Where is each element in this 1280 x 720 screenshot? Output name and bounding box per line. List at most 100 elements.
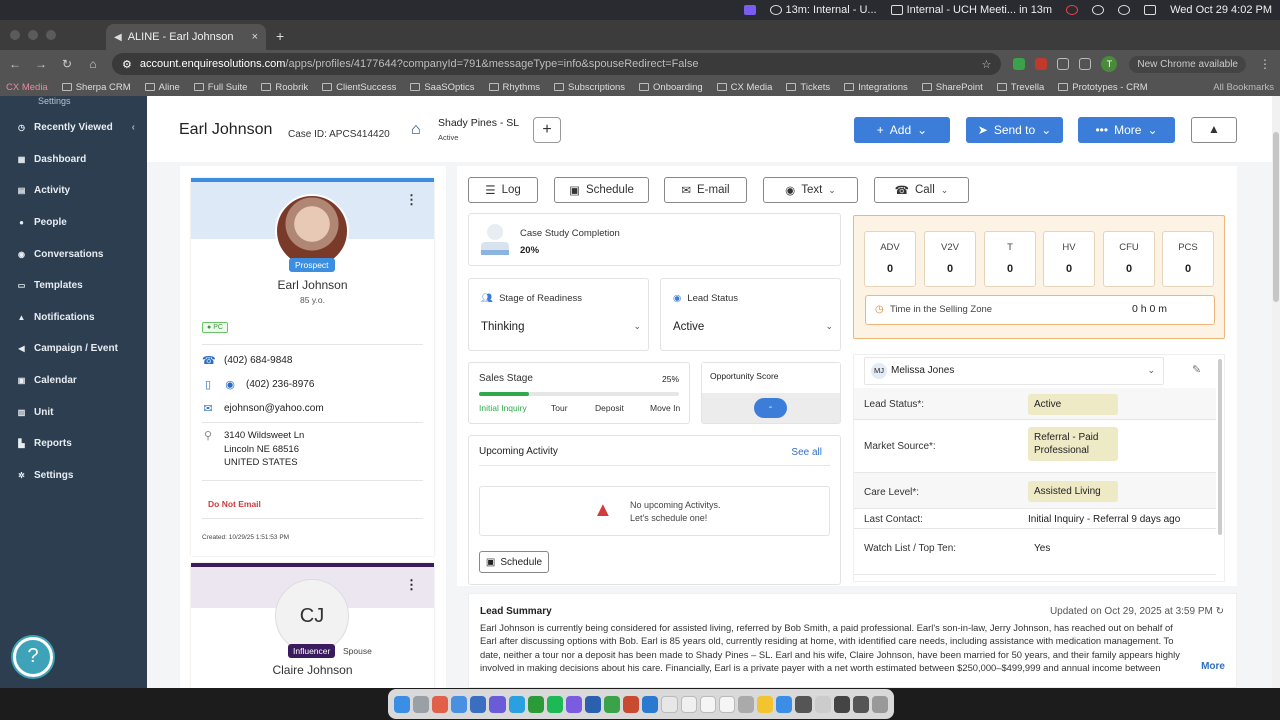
menubar-datetime[interactable]: Wed Oct 29 4:02 PM	[1170, 4, 1272, 16]
sidebar-item-activity[interactable]: ▤ Activity	[0, 175, 147, 207]
profile-avatar[interactable]: T	[1101, 56, 1118, 72]
app-icon[interactable]	[795, 695, 812, 713]
bookmark-item[interactable]: Prototypes - CRM	[1058, 82, 1148, 93]
sidebar-item-conversations[interactable]: ◉ Conversations	[0, 238, 147, 270]
notes-icon[interactable]	[757, 695, 774, 713]
notifications-bell-button[interactable]: ▲	[1191, 117, 1237, 143]
puzzle-icon[interactable]	[1057, 58, 1070, 70]
address-bar[interactable]: ⚙ account.enquiresolutions.com/apps/prof…	[112, 53, 1002, 75]
app-icon[interactable]	[814, 695, 831, 713]
site-info-icon[interactable]: ⚙	[122, 58, 132, 71]
readiness-select[interactable]: Thinking ⌄	[481, 321, 641, 333]
phone-row[interactable]: ☎ (402) 684-9848	[202, 354, 292, 367]
app-icon[interactable]	[833, 695, 850, 713]
record-icon[interactable]	[1066, 5, 1079, 15]
launchpad-icon[interactable]	[413, 695, 430, 713]
bookmark-item[interactable]: Tickets	[786, 82, 830, 93]
extension-icon[interactable]	[1013, 58, 1026, 70]
help-question-icon[interactable]: ?	[13, 637, 53, 677]
app-icon[interactable]	[432, 695, 449, 713]
app-icon[interactable]	[776, 695, 793, 713]
maximize-window-icon[interactable]	[46, 30, 56, 40]
text-button[interactable]: ◉ Text ⌄	[763, 177, 858, 203]
schedule-activity-button[interactable]: ▣ Schedule	[479, 551, 549, 573]
app-icon[interactable]	[604, 695, 621, 713]
page-scrollbar[interactable]	[1272, 96, 1280, 688]
sidebar-item-dashboard[interactable]: ▦ Dashboard	[0, 144, 147, 176]
all-bookmarks[interactable]: All Bookmarks	[1213, 82, 1274, 93]
bookmark-item[interactable]: ClientSuccess	[322, 82, 396, 93]
minimize-window-icon[interactable]	[28, 30, 38, 40]
extension-icon[interactable]	[1035, 58, 1048, 70]
tab-close-icon[interactable]: ×	[252, 31, 258, 43]
new-tab-icon[interactable]: +	[266, 28, 284, 50]
bookmark-item[interactable]: CX Media	[6, 82, 48, 93]
bookmark-item[interactable]: Integrations	[844, 82, 908, 93]
app-icon[interactable]	[699, 695, 716, 713]
add-button[interactable]: + Add ⌄	[854, 117, 950, 143]
bookmark-item[interactable]: Sherpa CRM	[61, 82, 131, 93]
wifi-icon[interactable]	[1092, 5, 1105, 15]
app-icon[interactable]	[738, 695, 755, 713]
zoom-menu-icon[interactable]	[743, 5, 756, 15]
spotify-icon[interactable]	[546, 695, 563, 713]
schedule-button[interactable]: ▣ Schedule	[554, 177, 649, 203]
details-scrollbar[interactable]	[1218, 359, 1222, 535]
assignee-select[interactable]: MJ Melissa Jones ⌄	[864, 357, 1164, 385]
chrome-menu-icon[interactable]: ⋮	[1258, 57, 1272, 71]
mobile-row[interactable]: ▯ ◉ (402) 236-8976	[202, 378, 314, 391]
sidebar-settings-top[interactable]: Settings	[0, 96, 147, 112]
stage-move-in[interactable]: Move In	[650, 403, 680, 413]
bookmark-star-icon[interactable]: ☆	[982, 58, 992, 71]
sidebar-item-people[interactable]: ● People	[0, 207, 147, 239]
more-button[interactable]: ••• More ⌄	[1078, 117, 1175, 143]
bookmark-item[interactable]: Roobrik	[261, 82, 308, 93]
kebab-menu-icon[interactable]: ⋮	[405, 192, 418, 208]
powerpoint-icon[interactable]	[623, 695, 640, 713]
app-icon[interactable]	[508, 695, 525, 713]
opportunity-score-value[interactable]: -	[754, 398, 787, 418]
excel-icon[interactable]	[527, 695, 544, 713]
sidebar-item-calendar[interactable]: ▣ Calendar	[0, 365, 147, 397]
lead-status-select[interactable]: Active ⌄	[673, 321, 833, 333]
search-icon[interactable]	[1118, 5, 1131, 15]
stage-tour[interactable]: Tour	[551, 403, 568, 413]
browser-tab-active[interactable]: ◀ ALINE - Earl Johnson ×	[106, 24, 266, 50]
meeting-menu-item[interactable]: Internal - UCH Meeti... in 13m	[890, 4, 1052, 16]
bookmark-item[interactable]: SaaSOptics	[410, 82, 475, 93]
page-scrollbar-thumb[interactable]	[1273, 132, 1279, 302]
stage-initial-inquiry[interactable]: Initial Inquiry	[479, 403, 527, 413]
app-icon[interactable]	[680, 695, 697, 713]
back-icon[interactable]: ←	[8, 57, 22, 71]
log-button[interactable]: ☰ Log	[468, 177, 538, 203]
stage-deposit[interactable]: Deposit	[595, 403, 624, 413]
sidebar-item-campaign-event[interactable]: ◀ Campaign / Event	[0, 333, 147, 365]
lead-summary-more-link[interactable]: More	[1201, 661, 1225, 672]
control-center-icon[interactable]	[1144, 5, 1157, 15]
finder-icon[interactable]	[394, 695, 411, 713]
bookmark-item[interactable]: CX Media	[716, 82, 772, 93]
app-icon[interactable]	[718, 695, 736, 713]
app-icon[interactable]	[642, 695, 659, 713]
community-name[interactable]: Shady Pines - SL	[438, 117, 519, 129]
bookmark-item[interactable]: Subscriptions	[553, 82, 625, 93]
trash-icon[interactable]	[871, 695, 888, 713]
sidebar-item-recently-viewed[interactable]: ◷ Recently Viewed ‹	[0, 112, 147, 144]
case-study-card[interactable]: Case Study Completion 20%	[468, 213, 841, 266]
bookmark-item[interactable]: Rhythms	[488, 82, 540, 93]
sidebar-item-reports[interactable]: ▙ Reports	[0, 428, 147, 460]
bookmark-item[interactable]: SharePoint	[921, 82, 983, 93]
kebab-menu-icon[interactable]: ⋮	[405, 577, 418, 593]
sidebar-item-settings[interactable]: ✲ Settings	[0, 460, 147, 492]
call-button[interactable]: ☎ Call ⌄	[874, 177, 969, 203]
bookmark-item[interactable]: Trevella	[996, 82, 1044, 93]
bookmark-item[interactable]: Onboarding	[639, 82, 703, 93]
add-community-button[interactable]: +	[533, 117, 561, 143]
teams-icon[interactable]	[489, 695, 506, 713]
app-icon[interactable]	[565, 695, 582, 713]
word-icon[interactable]	[584, 695, 602, 713]
app-icon[interactable]	[852, 695, 869, 713]
sidebar-item-templates[interactable]: ▭ Templates	[0, 270, 147, 302]
app-icon[interactable]	[470, 695, 487, 713]
email-row[interactable]: ✉ ejohnson@yahoo.com	[202, 402, 323, 415]
